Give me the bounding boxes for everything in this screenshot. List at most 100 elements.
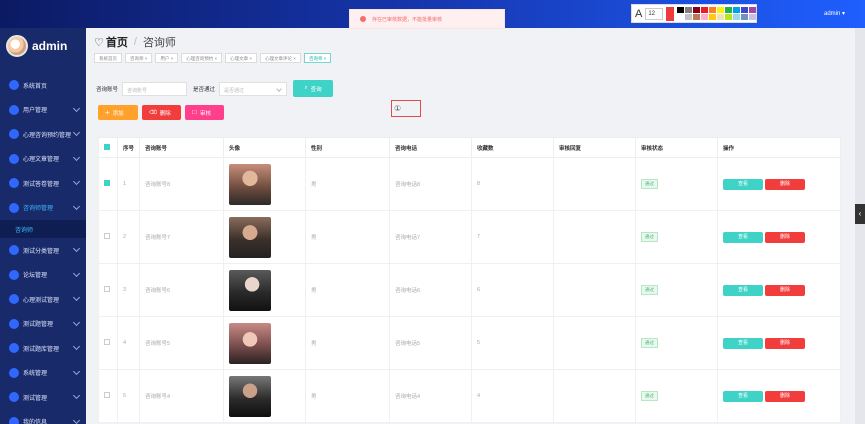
menu-icon xyxy=(9,178,19,189)
color-swatches xyxy=(677,7,756,20)
sidebar-item[interactable]: 咨询师管理 xyxy=(0,196,86,221)
sidebar-item[interactable]: 我的信息 xyxy=(0,410,86,424)
sidebar-item[interactable]: 测试答卷管理 xyxy=(0,171,86,196)
row-select-cell[interactable] xyxy=(98,263,118,317)
delete-button[interactable]: 删除 xyxy=(765,390,805,402)
menu-icon xyxy=(9,129,19,140)
sidebar-item[interactable]: 测试题管理 xyxy=(0,312,86,337)
view-button[interactable]: 查看 xyxy=(723,337,763,349)
row-index: 5 xyxy=(117,369,140,423)
consultant-table: 序号 咨询账号 头像 性别 咨询电话 收藏数 审核回复 审核状态 操作 1 咨询账… xyxy=(98,137,841,423)
sidebar-item[interactable]: 系统首页 xyxy=(0,73,86,98)
sidebar-item[interactable]: 用户管理 xyxy=(0,98,86,123)
table-row[interactable]: 4 咨询账号5 男咨询电话5 5 通过 查看 删除 xyxy=(98,316,841,370)
audit-button[interactable]: ☐ 审核 xyxy=(185,105,224,120)
font-size-select[interactable]: 12 xyxy=(645,7,663,20)
search-button-label: 查询 xyxy=(310,86,322,93)
add-button[interactable]: + 添加 xyxy=(98,105,138,120)
select-all-checkbox[interactable] xyxy=(104,143,110,150)
delete-button[interactable]: 删除 xyxy=(765,284,805,296)
col-header: 序号 xyxy=(117,137,140,158)
color-swatch[interactable] xyxy=(749,14,756,20)
tag-item[interactable]: 系统首页 xyxy=(94,53,122,63)
color-swatch[interactable] xyxy=(733,14,740,20)
delete-button[interactable]: 删除 xyxy=(765,231,805,243)
row-select-cell[interactable] xyxy=(98,316,118,370)
tag-item[interactable]: 心理咨询预约 × xyxy=(181,53,223,63)
sidebar-item-label: 测试题库管理 xyxy=(23,346,60,353)
color-swatch[interactable] xyxy=(725,14,732,20)
col-header: 头像 xyxy=(223,137,306,158)
sidebar-item[interactable]: 测试题库管理 xyxy=(0,336,86,361)
delete-button[interactable]: 删除 xyxy=(765,178,805,190)
search-button[interactable]: ⌕ 查询 xyxy=(293,80,334,97)
row-checkbox[interactable] xyxy=(104,180,110,186)
row-checkbox[interactable] xyxy=(104,339,110,345)
color-swatch[interactable] xyxy=(685,14,692,20)
row-select-cell[interactable] xyxy=(98,210,118,264)
user-menu[interactable]: admin ▾ xyxy=(824,10,845,17)
color-swatch[interactable] xyxy=(701,14,708,20)
tag-item[interactable]: 心理文章评论 × xyxy=(260,53,301,63)
color-swatch[interactable] xyxy=(749,7,756,13)
sidebar-item[interactable]: 论坛管理 xyxy=(0,263,86,288)
view-button[interactable]: 查看 xyxy=(723,178,763,190)
collapse-tab[interactable]: ‹ xyxy=(855,204,865,224)
account-input[interactable]: 咨询账号 xyxy=(122,81,188,96)
sidebar-item[interactable]: 测试分类管理 xyxy=(0,238,86,263)
row-index: 3 xyxy=(117,263,140,317)
sidebar-item-label: 咨询师管理 xyxy=(23,206,54,213)
row-checkbox[interactable] xyxy=(104,392,110,398)
right-scrollbar[interactable] xyxy=(855,28,865,424)
color-swatch[interactable] xyxy=(693,7,700,13)
table-row[interactable]: 3 咨询账号6 男咨询电话6 6 通过 查看 删除 xyxy=(98,263,841,317)
sidebar-item[interactable]: 心理文章管理 xyxy=(0,147,86,172)
color-swatch[interactable] xyxy=(709,7,716,13)
sidebar-item[interactable]: 测试管理 xyxy=(0,385,86,410)
sidebar-item[interactable]: 心理测试管理 xyxy=(0,287,86,312)
passed-select[interactable]: 是否通过 xyxy=(219,81,288,96)
batch-delete-button[interactable]: ⌫ 删除 xyxy=(142,105,181,120)
select-all-cell[interactable] xyxy=(98,137,118,158)
color-swatch[interactable] xyxy=(701,7,708,13)
breadcrumb-home[interactable]: 首页 xyxy=(106,34,128,50)
row-select-cell[interactable] xyxy=(98,157,118,211)
view-button[interactable]: 查看 xyxy=(723,284,763,296)
chevron-down-icon xyxy=(72,177,81,186)
color-swatch[interactable] xyxy=(733,7,740,13)
row-checkbox[interactable] xyxy=(104,286,110,292)
chevron-down-icon xyxy=(72,416,81,424)
search-form: 咨询账号 咨询账号 是否通过 是否通过 ⌕ 查询 xyxy=(96,80,334,97)
color-swatch[interactable] xyxy=(685,7,692,13)
table-row[interactable]: 2 咨询账号7 男咨询电话7 7 通过 查看 删除 xyxy=(98,210,841,264)
color-swatch[interactable] xyxy=(693,14,700,20)
color-swatch[interactable] xyxy=(741,14,748,20)
sidebar-item[interactable]: 系统管理 xyxy=(0,361,86,386)
text-tool-icon[interactable]: A xyxy=(635,8,642,20)
sidebar-item[interactable]: 心理咨询预约管理 xyxy=(0,122,86,147)
tag-item[interactable]: 用户 × xyxy=(155,53,179,63)
color-swatch[interactable] xyxy=(677,7,684,13)
color-swatch[interactable] xyxy=(677,14,684,20)
tag-item[interactable]: 心理文章 × xyxy=(225,53,258,63)
delete-button[interactable]: 删除 xyxy=(765,337,805,349)
tag-item[interactable]: 咨询师 × xyxy=(303,53,332,63)
view-button[interactable]: 查看 xyxy=(723,390,763,402)
color-swatch[interactable] xyxy=(717,7,724,13)
status-badge: 通过 xyxy=(641,391,658,401)
view-button[interactable]: 查看 xyxy=(723,231,763,243)
row-select-cell[interactable] xyxy=(98,369,118,423)
table-row[interactable]: 1 咨询账号8 男咨询电话8 8 通过 查看 删除 xyxy=(98,157,841,211)
tag-item[interactable]: 咨询师 × xyxy=(125,53,153,63)
row-checkbox[interactable] xyxy=(104,233,110,239)
row-avatar-cell xyxy=(223,316,306,370)
color-swatch[interactable] xyxy=(717,14,724,20)
action-bar: + 添加 ⌫ 删除 ☐ 审核 xyxy=(98,105,224,120)
sidebar-subitem-consultant[interactable]: 咨询师 xyxy=(0,220,86,238)
current-color-swatch[interactable] xyxy=(665,6,674,21)
color-swatch[interactable] xyxy=(741,7,748,13)
color-swatch[interactable] xyxy=(709,14,716,20)
table-row[interactable]: 5 咨询账号4 男咨询电话4 4 通过 查看 删除 xyxy=(98,369,841,423)
color-swatch[interactable] xyxy=(725,7,732,13)
row-gender: 男 xyxy=(305,263,390,317)
